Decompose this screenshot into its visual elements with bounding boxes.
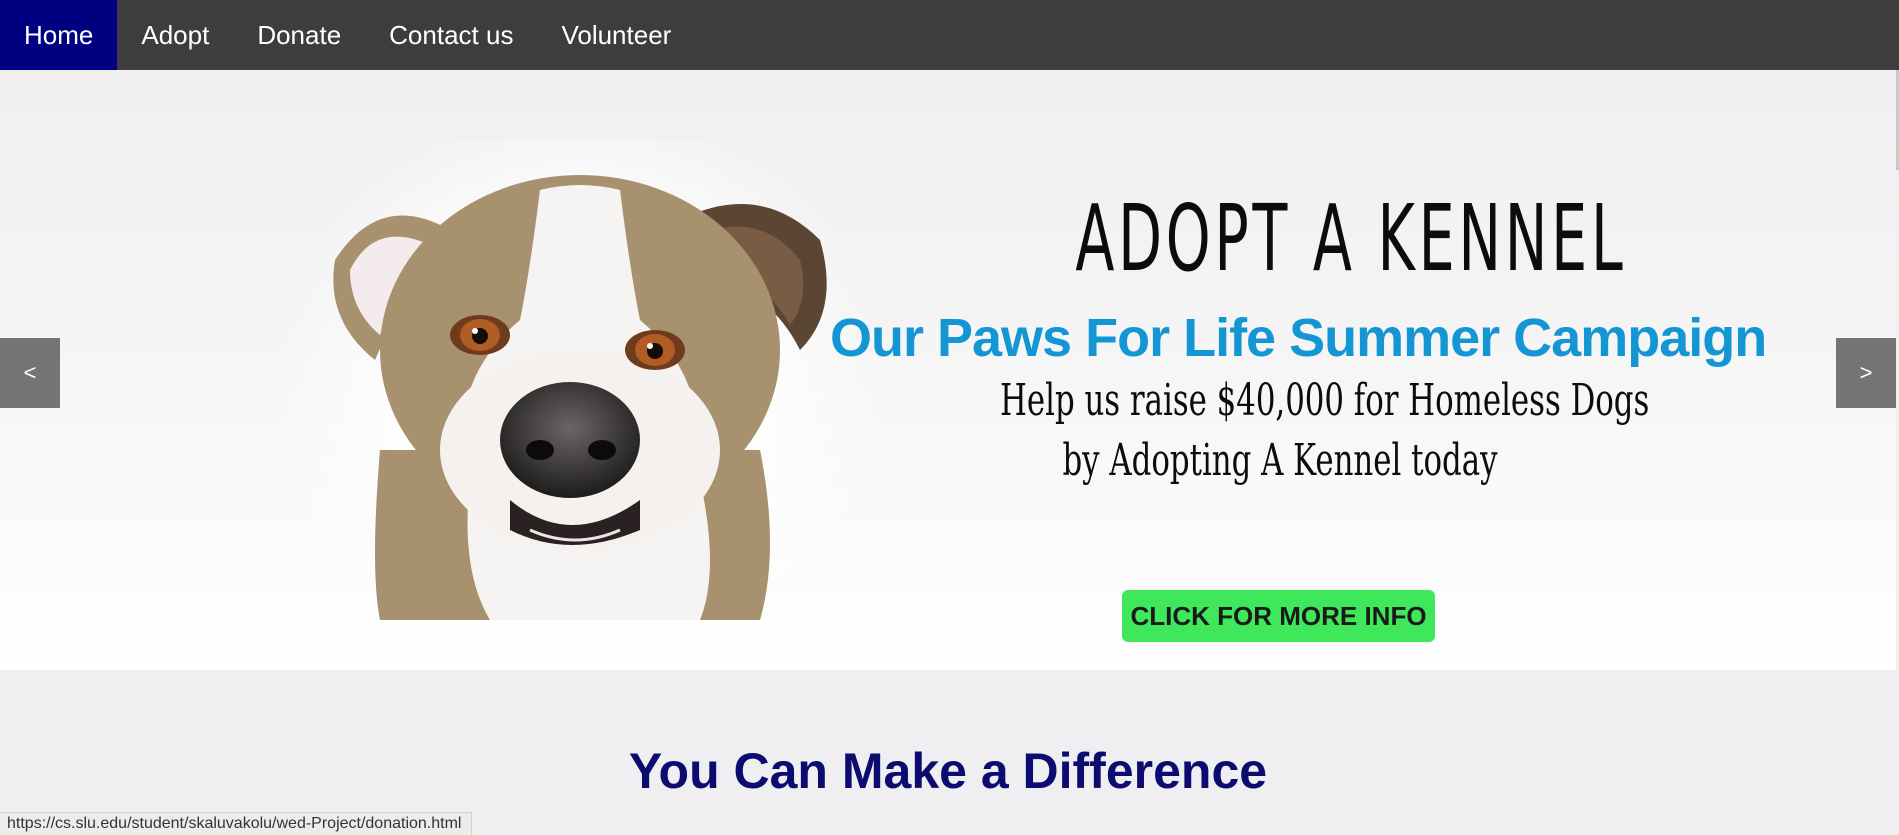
- nav-home[interactable]: Home: [0, 0, 118, 70]
- nav-volunteer[interactable]: Volunteer: [537, 0, 695, 70]
- hero-text-line-1: Help us raise $40,000 for Homeless Dogs: [1000, 375, 1650, 426]
- hero-slideshow: ADOPT A KENNEL Our Paws For Life Summer …: [0, 70, 1896, 670]
- prev-slide-button[interactable]: <: [0, 338, 60, 408]
- more-info-button[interactable]: CLICK FOR MORE INFO: [1122, 590, 1435, 642]
- nav-donate[interactable]: Donate: [233, 0, 365, 70]
- top-nav: Home Adopt Donate Contact us Volunteer: [0, 0, 1899, 70]
- status-bar-url: https://cs.slu.edu/student/skaluvakolu/w…: [0, 812, 473, 835]
- section-title: You Can Make a Difference: [628, 743, 1268, 799]
- nav-adopt[interactable]: Adopt: [117, 0, 233, 70]
- nav-contact-us[interactable]: Contact us: [365, 0, 537, 70]
- hero-title: ADOPT A KENNEL: [1075, 185, 1627, 292]
- hero-text-line-2: by Adopting A Kennel today: [1062, 435, 1498, 486]
- dog-photo: [333, 175, 827, 620]
- hero-subtitle: Our Paws For Life Summer Campaign: [830, 308, 1767, 368]
- next-slide-button[interactable]: >: [1836, 338, 1896, 408]
